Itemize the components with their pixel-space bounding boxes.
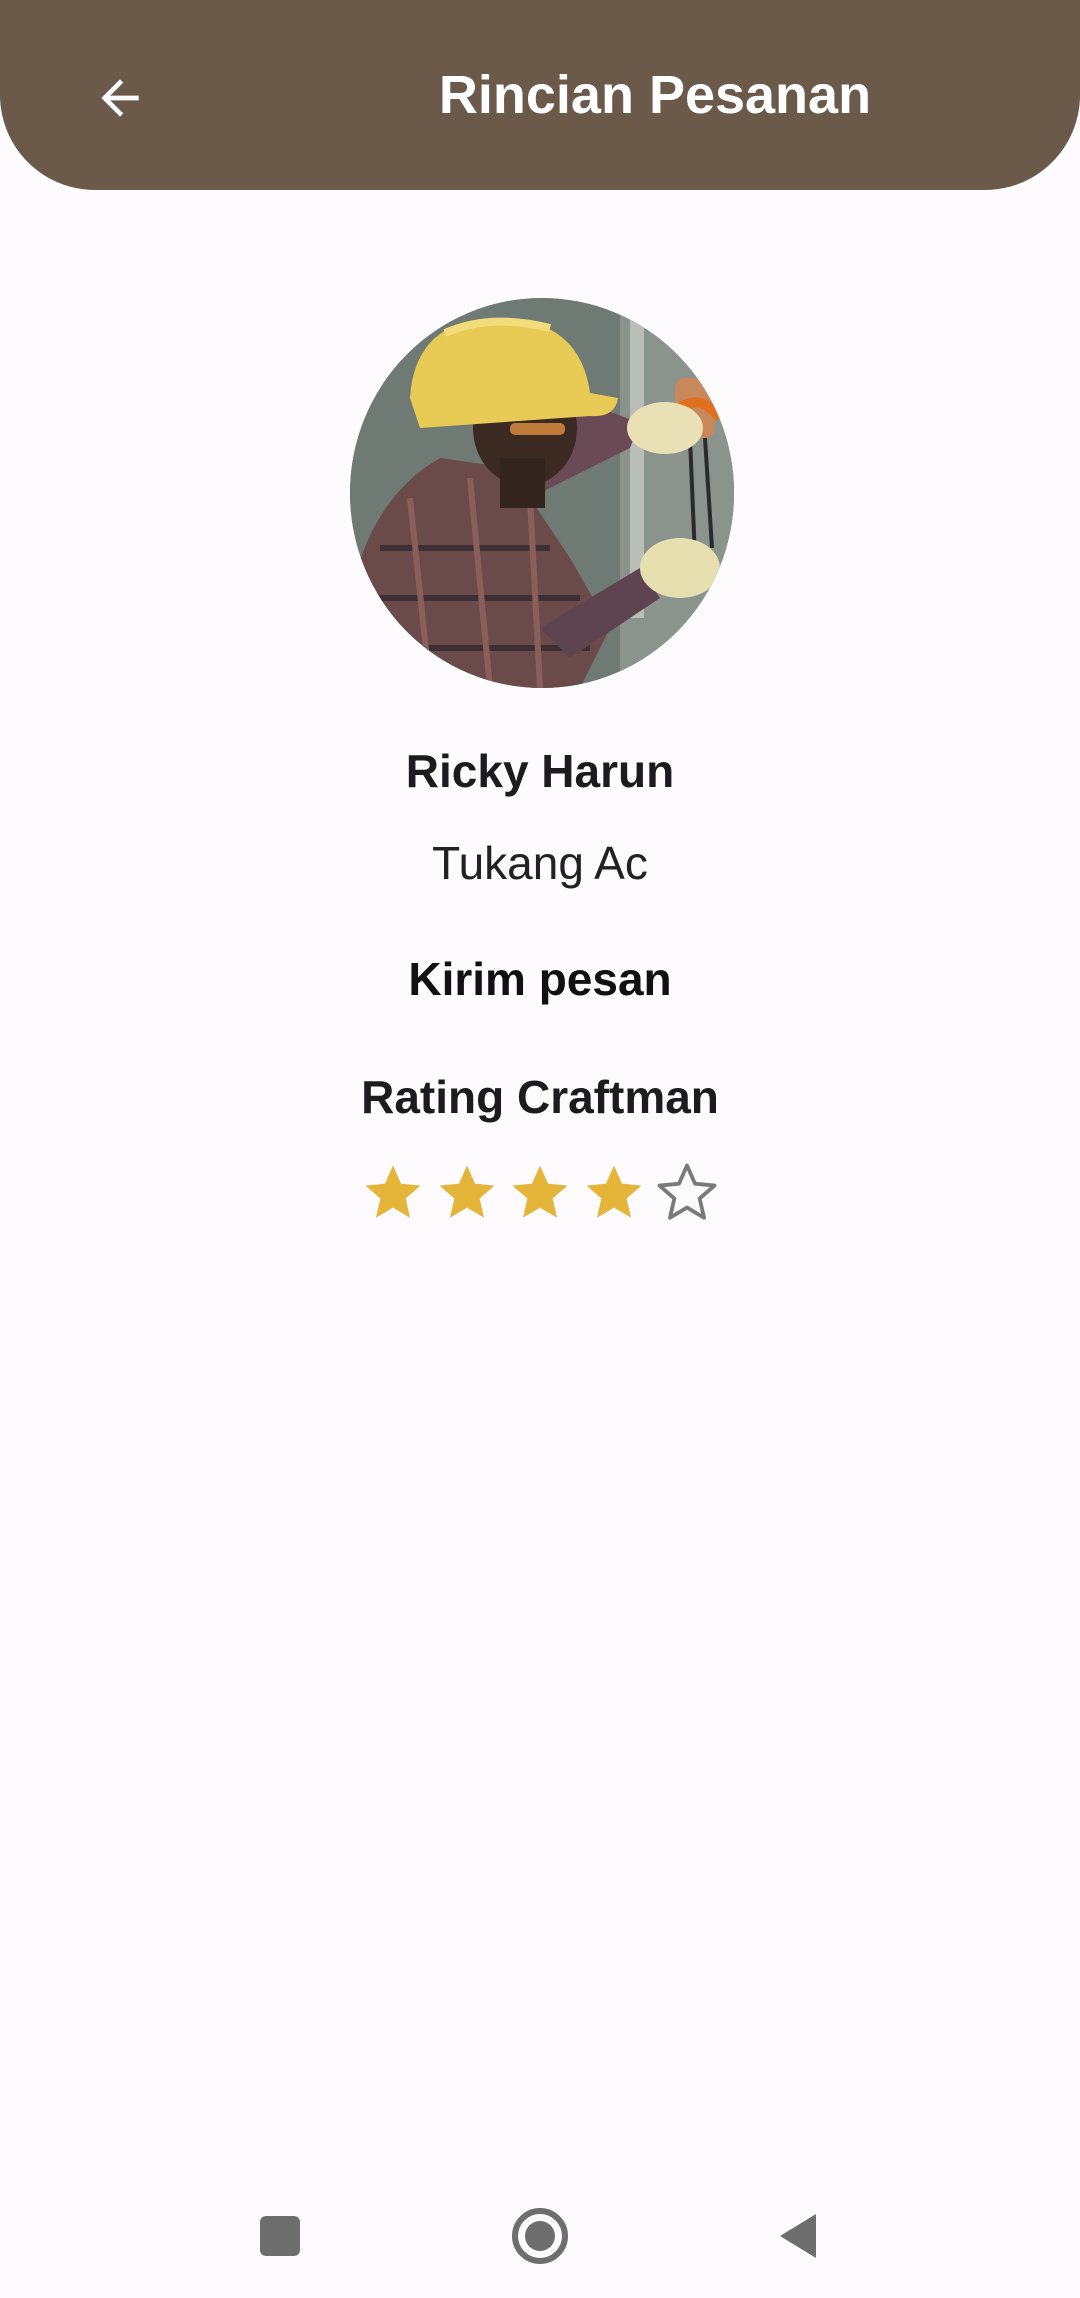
system-back-button[interactable] xyxy=(758,2196,838,2276)
rating-title: Rating Craftman xyxy=(361,1071,719,1123)
star-filled-icon[interactable] xyxy=(434,1160,500,1226)
back-button[interactable] xyxy=(80,58,160,138)
circle-home-icon xyxy=(512,2208,568,2264)
star-outline-icon[interactable] xyxy=(654,1160,720,1226)
star-filled-icon[interactable] xyxy=(507,1160,573,1226)
recents-button[interactable] xyxy=(240,2196,320,2276)
app-bar: Rincian Pesanan xyxy=(0,0,1080,190)
avatar xyxy=(350,298,734,688)
craftsman-role: Tukang Ac xyxy=(432,837,648,889)
star-filled-icon[interactable] xyxy=(360,1160,426,1226)
star-filled-icon[interactable] xyxy=(581,1160,647,1226)
page-title: Rincian Pesanan xyxy=(438,65,872,125)
system-nav-bar xyxy=(0,2170,1080,2298)
craftsman-photo xyxy=(350,298,734,688)
home-button[interactable] xyxy=(500,2196,580,2276)
square-icon xyxy=(260,2216,300,2256)
arrow-left-icon xyxy=(101,79,139,117)
rating-stars[interactable] xyxy=(360,1160,720,1230)
triangle-back-icon xyxy=(780,2214,816,2258)
craftsman-name: Ricky Harun xyxy=(405,745,675,797)
send-message-button[interactable]: Kirim pesan xyxy=(0,952,1080,1006)
